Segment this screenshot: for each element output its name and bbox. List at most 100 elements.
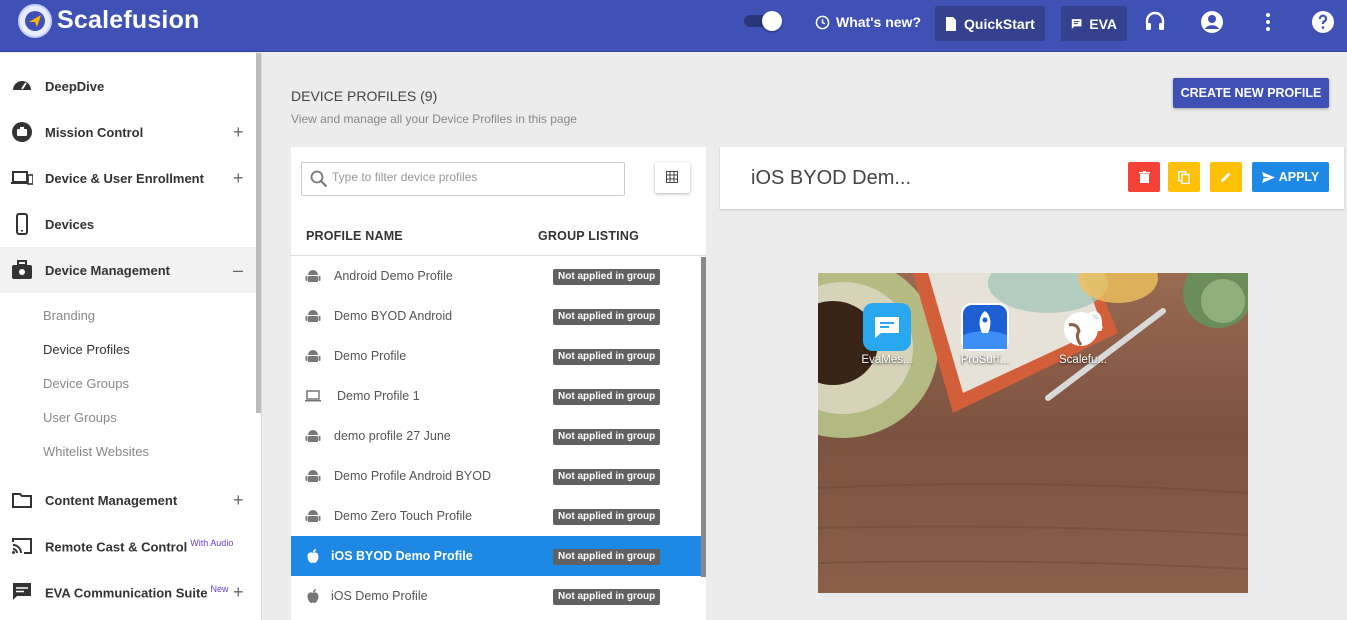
profile-row[interactable]: Demo Profile Not applied in group [291, 336, 701, 376]
sidebar-scrollbar[interactable] [256, 53, 261, 413]
folder-icon [12, 493, 32, 508]
sidebar-sub-branding[interactable]: Branding [43, 308, 95, 323]
sidebar-item-deepdive[interactable]: DeepDive [0, 63, 256, 109]
sidebar-item-mission-control[interactable]: Mission Control + [0, 109, 256, 155]
quickstart-button[interactable]: QuickStart [935, 6, 1045, 41]
group-status-badge: Not applied in group [553, 469, 661, 485]
apply-profile-button[interactable]: APPLY [1252, 162, 1329, 192]
group-status-badge: Not applied in group [553, 269, 661, 285]
group-status-badge: Not applied in group [553, 549, 661, 565]
profile-row-selected[interactable]: iOS BYOD Demo Profile Not applied in gro… [291, 536, 701, 576]
chat-bubble-icon [863, 303, 911, 351]
grid-view-button[interactable] [655, 162, 690, 193]
sidebar: DeepDive Mission Control + Device & User… [0, 53, 262, 620]
sidebar-item-devices[interactable]: Devices [0, 201, 256, 247]
sidebar-item-enrollment[interactable]: Device & User Enrollment + [0, 155, 256, 201]
help-icon[interactable] [1311, 10, 1335, 34]
apple-icon [307, 589, 319, 603]
sidebar-sub-device-groups[interactable]: Device Groups [43, 376, 129, 391]
delete-profile-button[interactable] [1128, 162, 1160, 192]
copy-icon [1178, 170, 1190, 184]
globe-lock-icon [1059, 303, 1107, 351]
page-subtitle: View and manage all your Device Profiles… [291, 112, 577, 126]
new-badge: New [210, 583, 229, 594]
profile-row[interactable]: iOS Demo Profile Not applied in group [291, 576, 701, 616]
group-status-badge: Not applied in group [553, 349, 661, 365]
page-title: DEVICE PROFILES (9) [291, 88, 438, 104]
top-app-bar: Scalefusion What's new? QuickStart EVA [0, 0, 1347, 52]
briefcase-circle-icon [12, 122, 32, 142]
sidebar-item-remote-cast[interactable]: Remote Cast & Control With Audio [0, 523, 256, 569]
profile-list-panel: PROFILE NAME GROUP LISTING Android Demo … [291, 147, 706, 620]
cast-icon [12, 538, 32, 554]
app-scalefusion-browser[interactable]: Scalefu... [1053, 303, 1113, 366]
profile-row[interactable]: Android Demo Profile Not applied in grou… [291, 256, 701, 296]
profile-search-input[interactable] [332, 170, 612, 184]
profile-detail-title: iOS BYOD Dem... [751, 167, 912, 189]
with-audio-badge: With Audio [190, 537, 234, 548]
android-icon [305, 430, 321, 442]
sidebar-sub-device-profiles[interactable]: Device Profiles [43, 342, 130, 357]
profile-search-field[interactable] [301, 162, 625, 196]
sidebar-item-content-management[interactable]: Content Management + [0, 477, 256, 523]
sidebar-sub-whitelist-websites[interactable]: Whitelist Websites [43, 444, 149, 459]
sidebar-item-eva-suite[interactable]: EVA Communication Suite New + [0, 569, 256, 615]
more-vert-icon[interactable] [1256, 10, 1280, 34]
group-status-badge: Not applied in group [553, 589, 661, 605]
phone-icon [16, 213, 28, 235]
column-header-group-listing[interactable]: GROUP LISTING [538, 229, 639, 243]
android-icon [305, 350, 321, 362]
create-new-profile-button[interactable]: CREATE NEW PROFILE [1173, 78, 1329, 108]
eva-button[interactable]: EVA [1061, 6, 1127, 41]
speedometer-icon [13, 81, 31, 90]
profile-row[interactable]: Demo Profile Android BYOD Not applied in… [291, 456, 701, 496]
android-icon [305, 270, 321, 282]
send-icon [1261, 171, 1275, 183]
whats-new-link[interactable]: What's new? [815, 14, 921, 30]
group-status-badge: Not applied in group [553, 389, 661, 405]
laptop-icon [305, 390, 321, 402]
list-scrollbar[interactable] [701, 257, 706, 577]
device-home-screen-preview: EvaMes... ProSurf... Scalefu... [818, 273, 1248, 593]
copy-profile-button[interactable] [1168, 162, 1200, 192]
profile-detail-header: iOS BYOD Dem... APPLY [720, 147, 1344, 209]
headset-support-icon[interactable] [1143, 10, 1167, 34]
expand-icon[interactable]: + [233, 582, 244, 603]
profile-row[interactable]: Demo Profile 1 Not applied in group [291, 376, 701, 416]
app-prosurf[interactable]: ProSurf... [955, 303, 1015, 366]
app-evamessenger[interactable]: EvaMes... [857, 303, 917, 366]
scalefusion-logo-icon[interactable] [18, 4, 52, 38]
apple-icon [307, 549, 319, 563]
toolbox-icon [12, 260, 32, 279]
pencil-icon [1221, 172, 1231, 182]
edit-profile-button[interactable] [1210, 162, 1242, 192]
group-status-badge: Not applied in group [553, 429, 661, 445]
group-status-badge: Not applied in group [553, 509, 661, 525]
android-icon [305, 310, 321, 322]
trash-icon [1138, 171, 1150, 183]
collapse-icon[interactable]: – [233, 260, 243, 281]
theme-toggle[interactable] [744, 11, 782, 31]
sidebar-item-device-management[interactable]: Device Management – [0, 247, 256, 293]
expand-icon[interactable]: + [233, 168, 244, 189]
android-icon [305, 470, 321, 482]
profile-row[interactable]: Demo Zero Touch Profile Not applied in g… [291, 496, 701, 536]
account-icon[interactable] [1200, 10, 1224, 34]
devices-icon [11, 171, 33, 185]
message-icon [1071, 18, 1082, 29]
document-icon [946, 16, 956, 31]
profile-row[interactable]: Demo BYOD Android Not applied in group [291, 296, 701, 336]
search-icon [310, 170, 328, 188]
brand-name[interactable]: Scalefusion [57, 6, 200, 35]
chat-icon [13, 583, 31, 600]
sidebar-sub-user-groups[interactable]: User Groups [43, 410, 117, 425]
expand-icon[interactable]: + [233, 122, 244, 143]
grid-icon [666, 171, 678, 183]
expand-icon[interactable]: + [233, 490, 244, 511]
profile-row[interactable]: demo profile 27 June Not applied in grou… [291, 416, 701, 456]
group-status-badge: Not applied in group [553, 309, 661, 325]
column-header-profile-name[interactable]: PROFILE NAME [306, 229, 403, 243]
clock-icon [815, 15, 830, 29]
android-icon [305, 510, 321, 522]
rocket-icon [961, 303, 1009, 351]
